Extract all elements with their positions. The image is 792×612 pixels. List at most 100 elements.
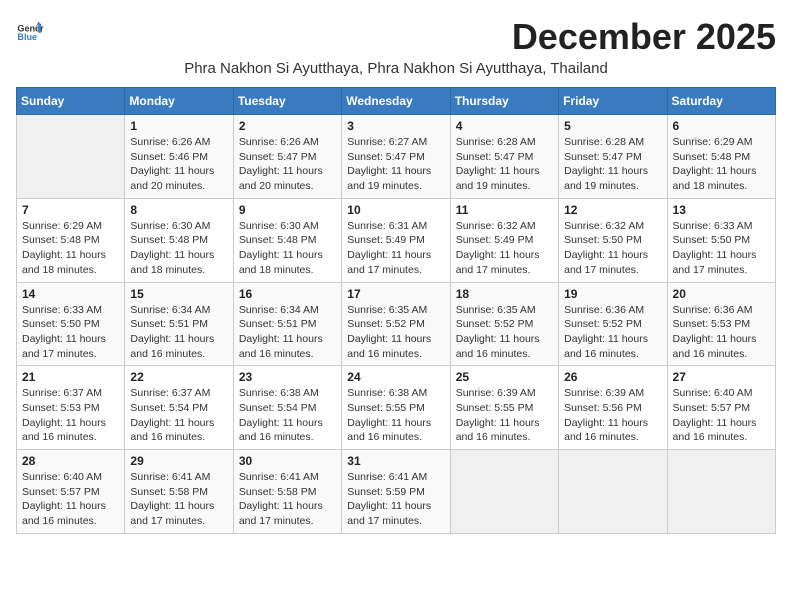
logo: General Blue	[16, 16, 46, 44]
day-number: 13	[673, 203, 770, 217]
calendar-cell: 17 Sunrise: 6:35 AMSunset: 5:52 PMDayligh…	[342, 282, 450, 366]
day-number: 29	[130, 454, 227, 468]
day-info: Sunrise: 6:41 AMSunset: 5:58 PMDaylight:…	[130, 470, 227, 529]
day-number: 28	[22, 454, 119, 468]
calendar-cell	[450, 450, 558, 534]
day-info: Sunrise: 6:31 AMSunset: 5:49 PMDaylight:…	[347, 219, 444, 278]
calendar-cell: 7 Sunrise: 6:29 AMSunset: 5:48 PMDaylight…	[17, 198, 125, 282]
day-info: Sunrise: 6:29 AMSunset: 5:48 PMDaylight:…	[22, 219, 119, 278]
calendar-cell: 6 Sunrise: 6:29 AMSunset: 5:48 PMDaylight…	[667, 115, 775, 199]
calendar-table: SundayMondayTuesdayWednesdayThursdayFrid…	[16, 87, 776, 534]
calendar-cell: 5 Sunrise: 6:28 AMSunset: 5:47 PMDaylight…	[559, 115, 667, 199]
calendar-cell: 9Sunrise: 6:30 AMSunset: 5:48 PMDaylight…	[233, 198, 341, 282]
day-number: 16	[239, 287, 336, 301]
day-info: Sunrise: 6:30 AMSunset: 5:48 PMDaylight:…	[239, 219, 336, 278]
calendar-cell	[17, 115, 125, 199]
calendar-cell: 20 Sunrise: 6:36 AMSunset: 5:53 PMDayligh…	[667, 282, 775, 366]
day-number: 10	[347, 203, 444, 217]
day-number: 21	[22, 370, 119, 384]
calendar-cell: 11 Sunrise: 6:32 AMSunset: 5:49 PMDayligh…	[450, 198, 558, 282]
day-info: Sunrise: 6:26 AMSunset: 5:47 PMDaylight:…	[239, 135, 336, 194]
weekday-header-row: SundayMondayTuesdayWednesdayThursdayFrid…	[17, 88, 776, 115]
day-number: 26	[564, 370, 661, 384]
calendar-cell: 28 Sunrise: 6:40 AMSunset: 5:57 PMDayligh…	[17, 450, 125, 534]
day-number: 8	[130, 203, 227, 217]
calendar-cell	[559, 450, 667, 534]
weekday-header-sunday: Sunday	[17, 88, 125, 115]
day-info: Sunrise: 6:27 AMSunset: 5:47 PMDaylight:…	[347, 135, 444, 194]
calendar-cell: 1 Sunrise: 6:26 AMSunset: 5:46 PMDaylight…	[125, 115, 233, 199]
weekday-header-tuesday: Tuesday	[233, 88, 341, 115]
calendar-cell: 22 Sunrise: 6:37 AMSunset: 5:54 PMDayligh…	[125, 366, 233, 450]
svg-text:Blue: Blue	[17, 32, 37, 42]
day-info: Sunrise: 6:36 AMSunset: 5:52 PMDaylight:…	[564, 303, 661, 362]
calendar-cell: 19Sunrise: 6:36 AMSunset: 5:52 PMDayligh…	[559, 282, 667, 366]
day-info: Sunrise: 6:29 AMSunset: 5:48 PMDaylight:…	[673, 135, 770, 194]
day-info: Sunrise: 6:35 AMSunset: 5:52 PMDaylight:…	[456, 303, 553, 362]
day-number: 23	[239, 370, 336, 384]
day-number: 4	[456, 119, 553, 133]
day-info: Sunrise: 6:41 AMSunset: 5:59 PMDaylight:…	[347, 470, 444, 529]
weekday-header-thursday: Thursday	[450, 88, 558, 115]
day-info: Sunrise: 6:38 AMSunset: 5:55 PMDaylight:…	[347, 386, 444, 445]
month-title: December 2025	[512, 16, 776, 58]
day-number: 14	[22, 287, 119, 301]
calendar-cell: 30 Sunrise: 6:41 AMSunset: 5:58 PMDayligh…	[233, 450, 341, 534]
day-info: Sunrise: 6:35 AMSunset: 5:52 PMDaylight:…	[347, 303, 444, 362]
calendar-cell: 27 Sunrise: 6:40 AMSunset: 5:57 PMDayligh…	[667, 366, 775, 450]
day-number: 15	[130, 287, 227, 301]
calendar-cell: 14Sunrise: 6:33 AMSunset: 5:50 PMDayligh…	[17, 282, 125, 366]
calendar-cell: 16 Sunrise: 6:34 AMSunset: 5:51 PMDayligh…	[233, 282, 341, 366]
weekday-header-wednesday: Wednesday	[342, 88, 450, 115]
day-info: Sunrise: 6:34 AMSunset: 5:51 PMDaylight:…	[130, 303, 227, 362]
week-row-3: 14Sunrise: 6:33 AMSunset: 5:50 PMDayligh…	[17, 282, 776, 366]
week-row-2: 7 Sunrise: 6:29 AMSunset: 5:48 PMDaylight…	[17, 198, 776, 282]
day-info: Sunrise: 6:26 AMSunset: 5:46 PMDaylight:…	[130, 135, 227, 194]
week-row-1: 1 Sunrise: 6:26 AMSunset: 5:46 PMDaylight…	[17, 115, 776, 199]
day-number: 1	[130, 119, 227, 133]
calendar-cell: 31Sunrise: 6:41 AMSunset: 5:59 PMDayligh…	[342, 450, 450, 534]
day-info: Sunrise: 6:37 AMSunset: 5:54 PMDaylight:…	[130, 386, 227, 445]
day-info: Sunrise: 6:41 AMSunset: 5:58 PMDaylight:…	[239, 470, 336, 529]
calendar-cell: 26 Sunrise: 6:39 AMSunset: 5:56 PMDayligh…	[559, 366, 667, 450]
day-number: 6	[673, 119, 770, 133]
calendar-cell: 15 Sunrise: 6:34 AMSunset: 5:51 PMDayligh…	[125, 282, 233, 366]
calendar-cell: 10 Sunrise: 6:31 AMSunset: 5:49 PMDayligh…	[342, 198, 450, 282]
day-info: Sunrise: 6:40 AMSunset: 5:57 PMDaylight:…	[673, 386, 770, 445]
weekday-header-monday: Monday	[125, 88, 233, 115]
day-number: 11	[456, 203, 553, 217]
calendar-subtitle: Phra Nakhon Si Ayutthaya, Phra Nakhon Si…	[16, 60, 776, 77]
day-number: 7	[22, 203, 119, 217]
calendar-cell: 13Sunrise: 6:33 AMSunset: 5:50 PMDayligh…	[667, 198, 775, 282]
day-number: 22	[130, 370, 227, 384]
calendar-cell: 21 Sunrise: 6:37 AMSunset: 5:53 PMDayligh…	[17, 366, 125, 450]
calendar-cell: 29 Sunrise: 6:41 AMSunset: 5:58 PMDayligh…	[125, 450, 233, 534]
day-info: Sunrise: 6:40 AMSunset: 5:57 PMDaylight:…	[22, 470, 119, 529]
day-info: Sunrise: 6:30 AMSunset: 5:48 PMDaylight:…	[130, 219, 227, 278]
day-info: Sunrise: 6:39 AMSunset: 5:56 PMDaylight:…	[564, 386, 661, 445]
day-info: Sunrise: 6:39 AMSunset: 5:55 PMDaylight:…	[456, 386, 553, 445]
day-info: Sunrise: 6:28 AMSunset: 5:47 PMDaylight:…	[564, 135, 661, 194]
day-info: Sunrise: 6:32 AMSunset: 5:49 PMDaylight:…	[456, 219, 553, 278]
day-number: 17	[347, 287, 444, 301]
weekday-header-friday: Friday	[559, 88, 667, 115]
day-info: Sunrise: 6:34 AMSunset: 5:51 PMDaylight:…	[239, 303, 336, 362]
day-info: Sunrise: 6:36 AMSunset: 5:53 PMDaylight:…	[673, 303, 770, 362]
day-number: 30	[239, 454, 336, 468]
day-number: 12	[564, 203, 661, 217]
calendar-cell: 12 Sunrise: 6:32 AMSunset: 5:50 PMDayligh…	[559, 198, 667, 282]
day-number: 2	[239, 119, 336, 133]
week-row-5: 28 Sunrise: 6:40 AMSunset: 5:57 PMDayligh…	[17, 450, 776, 534]
week-row-4: 21 Sunrise: 6:37 AMSunset: 5:53 PMDayligh…	[17, 366, 776, 450]
calendar-cell	[667, 450, 775, 534]
day-number: 20	[673, 287, 770, 301]
day-info: Sunrise: 6:37 AMSunset: 5:53 PMDaylight:…	[22, 386, 119, 445]
day-number: 5	[564, 119, 661, 133]
day-number: 18	[456, 287, 553, 301]
calendar-cell: 18 Sunrise: 6:35 AMSunset: 5:52 PMDayligh…	[450, 282, 558, 366]
day-number: 3	[347, 119, 444, 133]
day-info: Sunrise: 6:32 AMSunset: 5:50 PMDaylight:…	[564, 219, 661, 278]
calendar-cell: 4Sunrise: 6:28 AMSunset: 5:47 PMDaylight…	[450, 115, 558, 199]
day-number: 27	[673, 370, 770, 384]
weekday-header-saturday: Saturday	[667, 88, 775, 115]
